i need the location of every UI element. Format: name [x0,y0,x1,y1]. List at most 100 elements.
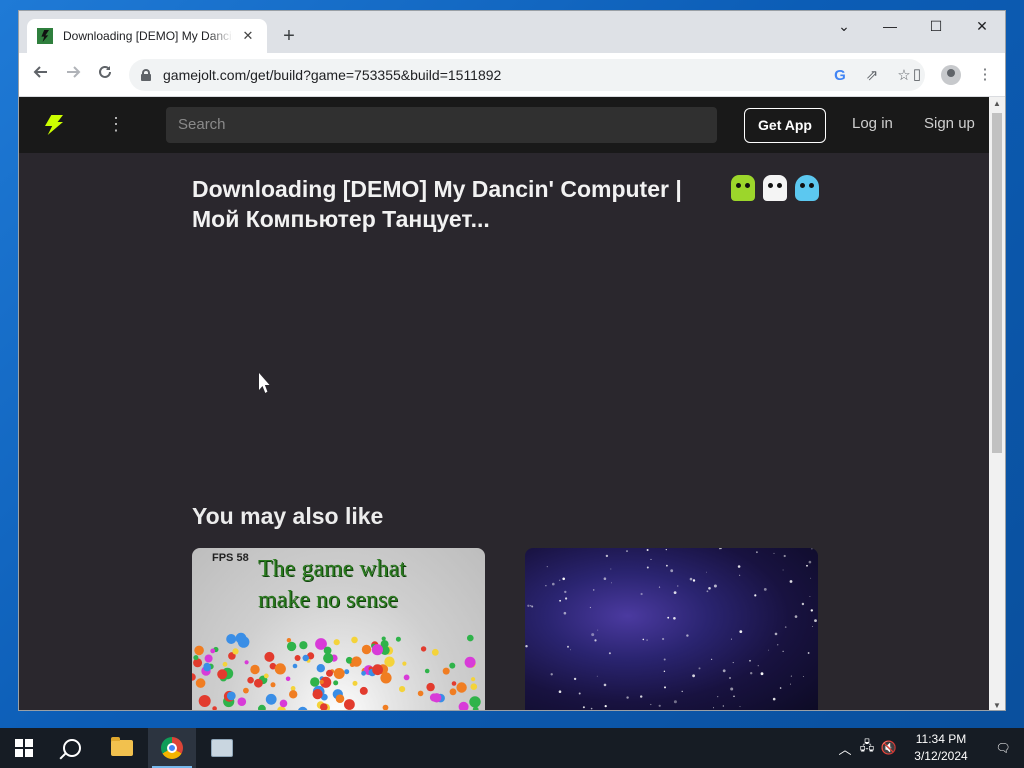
star [531,605,534,608]
section-heading: You may also like [192,503,384,529]
profile-icon[interactable] [941,65,961,85]
color-dot [299,641,308,650]
star [573,677,577,681]
game-card-1[interactable]: FPS 58 The game what make no sense [192,548,485,710]
star [811,548,813,550]
page-scrollbar[interactable]: ▲ ▼ [989,97,1005,710]
notification-icon[interactable]: 🗨 [982,741,1024,755]
url-text[interactable]: gamejolt.com/get/build?game=753355&build… [163,67,501,83]
close-window-button[interactable]: ✕ [959,11,1005,41]
get-app-button[interactable]: Get App [744,108,826,143]
chevron-up-icon[interactable]: ︿ [834,739,856,758]
star [650,558,652,560]
star [663,658,666,661]
star [546,566,548,568]
color-dot [384,656,395,667]
star [733,695,735,698]
tab-close-icon[interactable]: ✕ [239,28,257,44]
star [760,672,764,676]
windows-logo-icon [15,739,33,757]
star [605,554,609,558]
color-dot [247,676,254,684]
star [689,577,693,581]
star [527,604,530,607]
color-dot [359,686,368,695]
scroll-down-icon[interactable]: ▼ [989,701,1005,710]
color-dot [312,689,323,700]
network-icon[interactable]: 🖧 [856,737,878,759]
share-icon[interactable]: ⇗ [863,66,881,84]
side-panel-icon[interactable]: ▯ [907,63,927,87]
forward-arrow-icon[interactable] [61,63,85,87]
star [666,564,668,567]
color-dot [286,638,292,643]
start-button[interactable] [0,728,48,768]
star [763,588,767,591]
star [768,649,769,651]
star [562,577,565,581]
color-dot [456,682,467,693]
kebab-menu-icon[interactable]: ⋮ [975,63,995,87]
scrollbar-thumb[interactable] [992,113,1002,453]
color-dot [195,678,206,688]
star [729,677,731,679]
color-dot [442,667,450,675]
browser-toolbar: gamejolt.com/get/build?game=753355&build… [19,53,1005,97]
browser-tab[interactable]: Downloading [DEMO] My Dancin' Computer |… [27,19,267,53]
google-icon[interactable]: G [831,67,849,84]
star [692,579,696,582]
login-link[interactable]: Log in [852,115,893,132]
star [604,705,607,708]
star [640,592,643,596]
chrome-icon [161,737,183,759]
color-dot [361,644,372,655]
star [790,675,792,677]
star [806,564,808,567]
address-bar-actions: G ⇗ ☆ [831,66,913,85]
file-explorer-button[interactable] [98,728,146,768]
game-card-2[interactable] [525,548,818,711]
minimize-button[interactable]: — [867,11,913,41]
star [658,704,661,707]
color-dot [424,668,430,674]
star [525,645,528,648]
gamejolt-logo-icon[interactable] [45,115,63,135]
maximize-button[interactable]: ☐ [913,11,959,41]
scroll-up-icon[interactable]: ▲ [989,99,1005,108]
star [673,591,677,594]
taskbar-clock[interactable]: 11:34 PM 3/12/2024 [906,731,976,765]
color-dot [232,648,239,655]
color-dot [302,654,309,662]
star [807,652,810,654]
color-dot [352,680,358,686]
color-dot [265,693,277,705]
star [589,606,591,609]
signup-link[interactable]: Sign up [924,115,975,132]
fps-label: FPS 58 [212,552,249,564]
star [779,687,782,689]
new-tab-button[interactable]: + [277,25,301,49]
taskbar-search-button[interactable] [48,728,96,768]
color-dot [432,693,442,703]
chrome-taskbar-button[interactable] [148,728,196,768]
star [646,549,649,551]
gamejolt-favicon-icon [37,28,53,44]
color-dot [361,670,366,676]
star [604,710,606,711]
reload-icon[interactable] [93,63,117,87]
site-menu-icon[interactable]: ⋮ [107,111,125,137]
tab-search-button[interactable]: ⌄ [821,11,867,41]
site-search-input[interactable]: Search [166,107,717,143]
back-arrow-icon[interactable] [29,63,53,87]
star [794,615,798,618]
color-dot [344,669,350,675]
address-bar[interactable]: gamejolt.com/get/build?game=753355&build… [129,59,925,91]
volume-muted-icon[interactable]: 🔇 [878,740,900,756]
color-dot [298,706,308,710]
star [665,549,667,551]
color-dot [471,677,476,682]
app-taskbar-button[interactable] [198,728,246,768]
lock-icon[interactable] [141,69,151,81]
color-dot [417,690,424,697]
star [626,696,629,699]
